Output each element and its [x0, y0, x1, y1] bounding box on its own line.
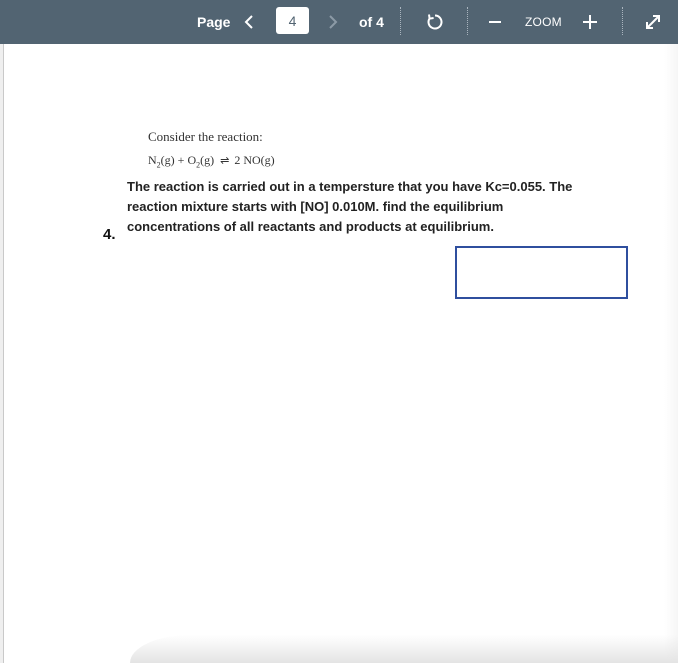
page-right-shadow — [664, 44, 678, 663]
chevron-right-icon[interactable] — [328, 0, 338, 44]
toolbar-divider — [622, 7, 623, 35]
state: (g) — [160, 153, 175, 167]
question-text: The reaction is carried out in a tempers… — [127, 179, 573, 234]
reactant-o2: O — [187, 153, 197, 167]
chevron-left-icon[interactable] — [244, 0, 254, 44]
answer-box[interactable] — [455, 246, 628, 299]
plus-sign: + — [177, 153, 185, 167]
reactant-n2: N — [148, 153, 157, 167]
question-number: 4. — [103, 226, 116, 243]
product-no: 2 NO(g) — [234, 153, 275, 167]
toolbar-divider — [400, 7, 401, 35]
expand-icon[interactable] — [643, 0, 663, 44]
viewer-left-edge — [0, 44, 4, 663]
consider-text: Consider the reaction: — [148, 129, 263, 144]
reaction-equation: N2(g) + O2(g) ⇌ 2 NO(g) — [148, 153, 275, 169]
page-bottom-shadow — [130, 635, 678, 663]
plus-icon[interactable] — [581, 0, 599, 44]
equilibrium-arrow-icon: ⇌ — [220, 155, 229, 167]
state: (g) — [200, 153, 215, 167]
toolbar-divider — [467, 7, 468, 35]
page-number-input[interactable] — [276, 7, 309, 34]
rotate-icon[interactable] — [425, 0, 445, 44]
zoom-label: ZOOM — [525, 15, 562, 29]
page-count-label: of 4 — [359, 14, 384, 30]
page-label: Page — [197, 14, 231, 30]
pdf-toolbar: Page of 4 ZOOM — [0, 0, 678, 44]
minus-icon[interactable] — [487, 0, 503, 44]
